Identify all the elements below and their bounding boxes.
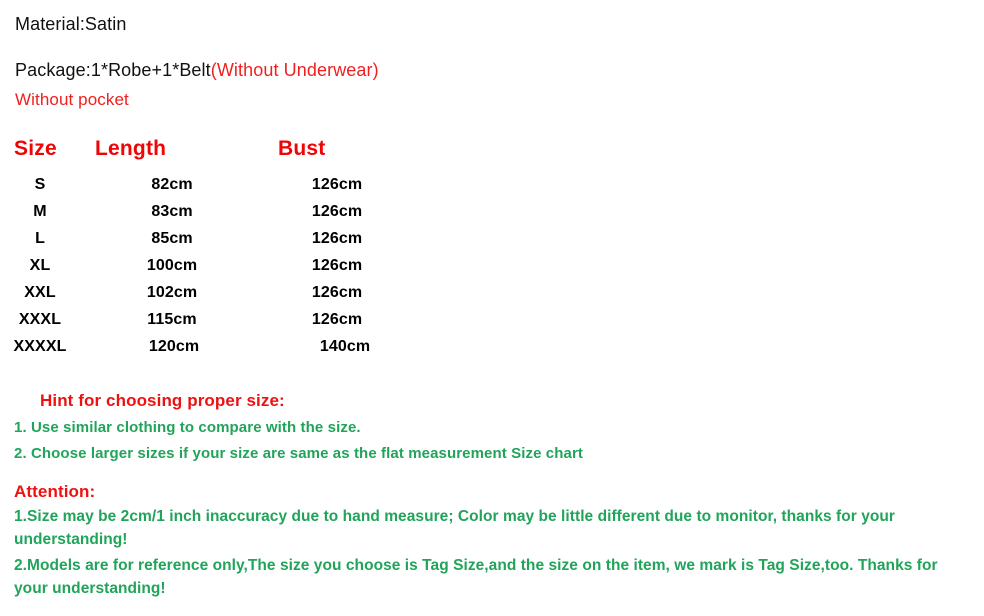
cell-bust: 126cm (311, 202, 363, 220)
cell-length: 82cm (151, 175, 193, 193)
hint-item-2: 2. Choose larger sizes if your size are … (14, 445, 583, 462)
cell-bust: 126cm (311, 283, 363, 301)
table-row: L 85cm 126cm (0, 225, 420, 252)
cell-bust: 126cm (311, 229, 363, 247)
attention-section: Attention: 1.Size may be 2cm/1 inch inac… (14, 481, 972, 600)
cell-size: XL (29, 256, 51, 274)
cell-size: M (33, 202, 47, 220)
cell-size: L (35, 229, 45, 247)
package-line-note: (Without Underwear) (210, 60, 379, 80)
cell-bust: 126cm (311, 175, 363, 193)
table-row: S 82cm 126cm (0, 171, 420, 198)
hint-title: Hint for choosing proper size: (40, 391, 285, 410)
package-line: Package:1*Robe+1*Belt(Without Underwear) (15, 59, 965, 82)
table-row: XL 100cm 126cm (0, 252, 420, 279)
attention-item-1: 1.Size may be 2cm/1 inch inaccuracy due … (14, 508, 895, 548)
size-chart-page: Material:Satin Package:1*Robe+1*Belt(Wit… (0, 0, 984, 616)
cell-size: XXXL (18, 310, 62, 328)
cell-bust: 126cm (311, 256, 363, 274)
cell-size: S (34, 175, 46, 193)
material-line: Material:Satin (15, 14, 127, 34)
package-line-black: Package:1*Robe+1*Belt (15, 60, 211, 80)
column-header-size: Size (14, 137, 57, 160)
cell-length: 115cm (147, 310, 197, 328)
table-row: XXXXL 120cm 140cm (0, 333, 420, 360)
cell-bust: 126cm (311, 310, 363, 328)
size-chart-table: Size Length Bust S 82cm 126cm M 83cm 126… (0, 137, 420, 360)
cell-length: 120cm (148, 337, 200, 355)
cell-length: 100cm (146, 256, 198, 274)
hint-item-1: 1. Use similar clothing to compare with … (14, 419, 361, 436)
cell-length: 85cm (151, 229, 193, 247)
cell-size: XXXXL (13, 337, 67, 355)
intro-spacer (15, 35, 965, 59)
product-intro: Material:Satin Package:1*Robe+1*Belt(Wit… (15, 13, 965, 111)
table-row: XXXL 115cm 126cm (0, 306, 420, 333)
attention-item-2: 2.Models are for reference only,The size… (14, 557, 938, 597)
column-header-length: Length (95, 137, 167, 160)
cell-length: 83cm (151, 202, 193, 220)
cell-length: 102cm (146, 283, 198, 301)
table-header-row: Size Length Bust (0, 137, 420, 171)
hint-section: Hint for choosing proper size: 1. Use si… (14, 390, 964, 464)
cell-bust: 140cm (319, 337, 371, 355)
column-header-bust: Bust (278, 137, 326, 160)
cell-size: XXL (24, 283, 56, 301)
table-row: M 83cm 126cm (0, 198, 420, 225)
no-pocket-note: Without pocket (15, 90, 129, 109)
attention-title: Attention: (14, 482, 96, 501)
table-row: XXL 102cm 126cm (0, 279, 420, 306)
